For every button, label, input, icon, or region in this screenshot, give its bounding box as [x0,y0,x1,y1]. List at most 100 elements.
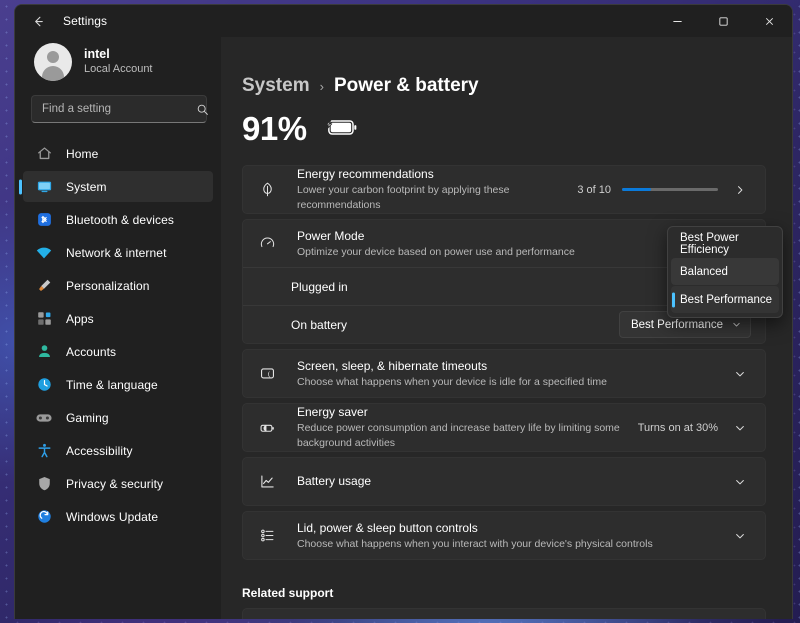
card-subtitle: Reduce power consumption and increase ba… [297,421,626,450]
sidebar-item-accessibility[interactable]: Accessibility [23,435,213,466]
close-button[interactable] [746,5,792,37]
desktop-background: Settings intel Lo [0,0,800,623]
update-refresh-icon [35,508,53,526]
battery-saver-icon [257,418,277,438]
card-title: Energy recommendations [297,166,565,182]
lid-power-sleep-card[interactable]: Lid, power & sleep button controls Choos… [242,511,766,560]
battery-usage-row[interactable]: Battery usage [243,458,765,505]
wifi-icon [35,244,53,262]
leaf-icon [257,180,277,200]
shield-icon [35,475,53,493]
back-button[interactable] [21,7,55,35]
sidebar-item-label: Windows Update [66,510,158,524]
sidebar-item-personalization[interactable]: Personalization [23,270,213,301]
page-title: Power & battery [334,75,479,97]
maximize-button[interactable] [700,5,746,37]
search-box[interactable] [31,95,207,123]
chevron-down-icon[interactable] [729,363,751,385]
list-settings-icon [257,526,277,546]
help-with-power-card: Help with Power Adjusting power and slee… [242,608,766,619]
person-icon [35,343,53,361]
chevron-down-icon[interactable] [729,471,751,493]
breadcrumb-separator: › [320,79,324,94]
chart-line-icon [257,472,277,492]
content-area: System › Power & battery 91% [221,37,792,619]
accessibility-icon [35,442,53,460]
sidebar-nav: Home System [15,138,221,532]
sidebar-item-accounts[interactable]: Accounts [23,336,213,367]
sidebar-item-label: Bluetooth & devices [66,213,174,227]
account-card[interactable]: intel Local Account [15,37,221,95]
screen-sleep-hibernate-card[interactable]: Screen, sleep, & hibernate timeouts Choo… [242,349,766,398]
gauge-icon [257,234,277,254]
search-input[interactable] [42,103,196,115]
battery-percent: 91% [242,110,307,148]
window-title: Settings [63,14,107,28]
energy-saver-value: Turns on at 30% [638,422,718,434]
energy-saver-card[interactable]: Energy saver Reduce power consumption an… [242,403,766,452]
option-label: Balanced [680,266,728,278]
window-body: intel Local Account [15,37,792,619]
sidebar-item-label: Home [66,147,98,161]
sidebar-item-label: Apps [66,312,94,326]
power-mode-text: Power Mode Optimize your device based on… [297,228,717,260]
card-title: Screen, sleep, & hibernate timeouts [297,358,717,374]
help-with-power-row[interactable]: Help with Power [243,609,765,619]
chevron-down-icon[interactable] [729,417,751,439]
sidebar-item-windows-update[interactable]: Windows Update [23,501,213,532]
sidebar-item-home[interactable]: Home [23,138,213,169]
energy-recommendations-card[interactable]: Energy recommendations Lower your carbon… [242,165,766,214]
card-title: Battery usage [297,473,717,489]
energy-recommendations-right: 3 of 10 [577,179,751,201]
account-name: intel [84,47,153,63]
sidebar-item-privacy-security[interactable]: Privacy & security [23,468,213,499]
sidebar-item-label: Personalization [66,279,150,293]
screen-sleep-text: Screen, sleep, & hibernate timeouts Choo… [297,358,717,390]
sidebar-item-network-internet[interactable]: Network & internet [23,237,213,268]
dropdown-option-balanced[interactable]: Balanced [671,258,779,285]
clock-icon [35,376,53,394]
dropdown-option-best-power-efficiency[interactable]: Best Power Efficiency [671,230,779,257]
breadcrumb: System › Power & battery [242,75,766,97]
search-icon [196,103,209,116]
option-label: Best Performance [680,294,772,306]
card-title: Lid, power & sleep button controls [297,520,717,536]
screen-sleep-row[interactable]: Screen, sleep, & hibernate timeouts Choo… [243,350,765,397]
sidebar-item-time-language[interactable]: Time & language [23,369,213,400]
energy-recommendations-text: Energy recommendations Lower your carbon… [297,166,565,213]
battery-usage-right [729,471,751,493]
power-mode-dropdown-flyout[interactable]: Best Power Efficiency Balanced Best Perf… [667,226,783,318]
sidebar-item-label: Accounts [66,345,116,359]
card-subtitle: Optimize your device based on power use … [297,245,717,260]
power-mode-card: Power Mode Optimize your device based on… [242,219,766,344]
settings-window: Settings intel Lo [14,4,793,619]
sidebar-item-bluetooth-devices[interactable]: Bluetooth & devices [23,204,213,235]
card-title: Energy saver [297,404,626,420]
sidebar-item-apps[interactable]: Apps [23,303,213,334]
paintbrush-icon [35,277,53,295]
card-title: Power Mode [297,228,717,244]
battery-usage-card[interactable]: Battery usage [242,457,766,506]
option-label: Best Power Efficiency [680,232,779,256]
sidebar-item-gaming[interactable]: Gaming [23,402,213,433]
energy-recommendations-row[interactable]: Energy recommendations Lower your carbon… [243,166,765,213]
title-bar: Settings [15,5,792,37]
account-subtitle: Local Account [84,63,153,77]
sidebar: intel Local Account [15,37,221,619]
breadcrumb-parent[interactable]: System [242,75,310,97]
lid-power-sleep-row[interactable]: Lid, power & sleep button controls Choos… [243,512,765,559]
avatar [34,43,72,81]
dropdown-option-best-performance[interactable]: Best Performance [671,286,779,313]
energy-saver-row[interactable]: Energy saver Reduce power consumption an… [243,404,765,451]
sidebar-item-label: System [66,180,107,194]
card-subtitle: Choose what happens when you interact wi… [297,537,717,552]
sidebar-item-label: Privacy & security [66,477,163,491]
card-subtitle: Lower your carbon footprint by applying … [297,183,565,212]
chevron-down-icon[interactable] [729,525,751,547]
sidebar-item-system[interactable]: System [23,171,213,202]
chevron-right-icon[interactable] [729,179,751,201]
card-subtitle: Choose what happens when your device is … [297,375,717,390]
apps-grid-icon [35,310,53,328]
minimize-button[interactable] [654,5,700,37]
sidebar-item-label: Accessibility [66,444,133,458]
